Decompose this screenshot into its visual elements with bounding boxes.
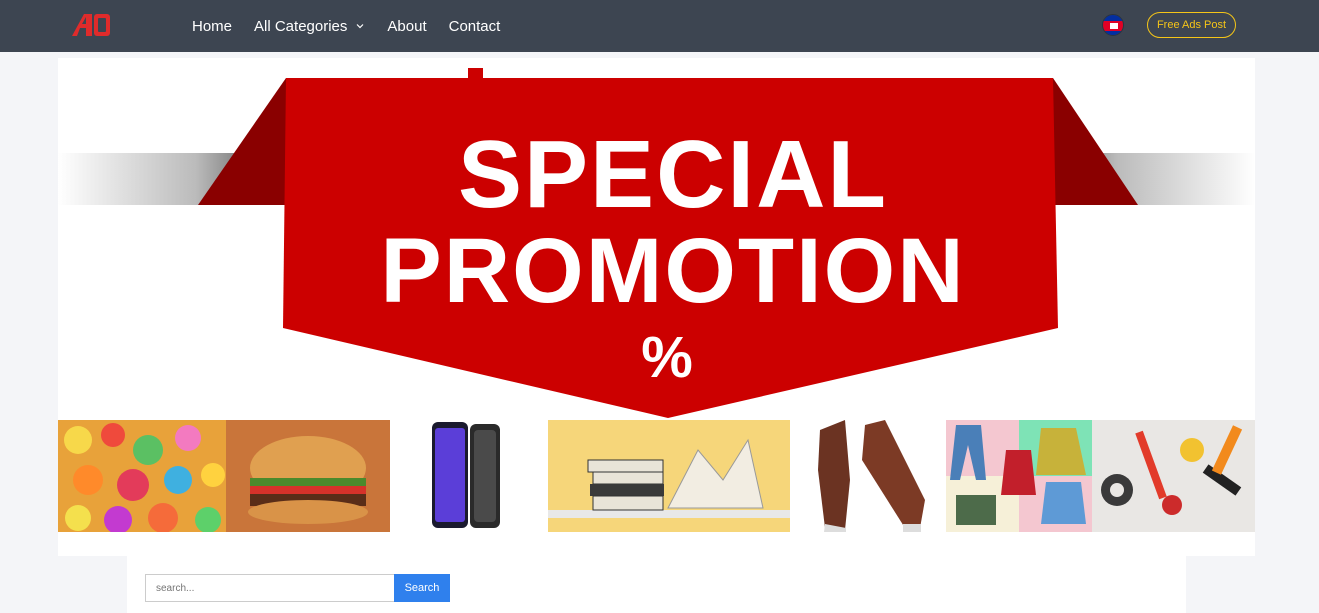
chevron-down-icon: [356, 24, 364, 29]
promo-title-line2: PROMOTION: [380, 220, 966, 322]
main-nav: Home All Categories About Contact: [192, 0, 522, 52]
search-input[interactable]: [145, 574, 395, 602]
nav-categories-label: All Categories: [254, 17, 348, 35]
promo-banner[interactable]: SPECIAL PROMOTION %: [58, 58, 1255, 556]
nav-home-label: Home: [192, 17, 233, 35]
tools-image: [1092, 420, 1255, 532]
promo-title-line1: SPECIAL: [457, 121, 889, 228]
books-image: [548, 420, 790, 532]
cambodia-flag-icon[interactable]: [1102, 14, 1124, 36]
nav-about[interactable]: About: [387, 18, 426, 35]
top-navbar: Home All Categories About Contact Free A…: [0, 0, 1319, 52]
burger-image: [226, 420, 390, 532]
nav-contact-label: Contact: [448, 17, 501, 35]
nav-about-label: About: [387, 17, 427, 35]
site-logo[interactable]: [72, 14, 112, 36]
smartphone-image: [390, 420, 548, 532]
free-ads-post-button[interactable]: Free Ads Post: [1147, 12, 1236, 38]
nav-all-categories[interactable]: All Categories: [254, 18, 365, 35]
nav-contact[interactable]: Contact: [449, 18, 501, 35]
logo-icon: [72, 14, 110, 36]
percent-symbol: %: [641, 325, 695, 390]
main-content: Search: [127, 556, 1186, 613]
candy-image: [58, 420, 226, 532]
nav-home[interactable]: Home: [192, 18, 232, 35]
shoes-image: [790, 420, 946, 532]
search-button[interactable]: Search: [394, 574, 450, 602]
clothes-image: [946, 420, 1092, 532]
product-strip: [58, 420, 1255, 532]
